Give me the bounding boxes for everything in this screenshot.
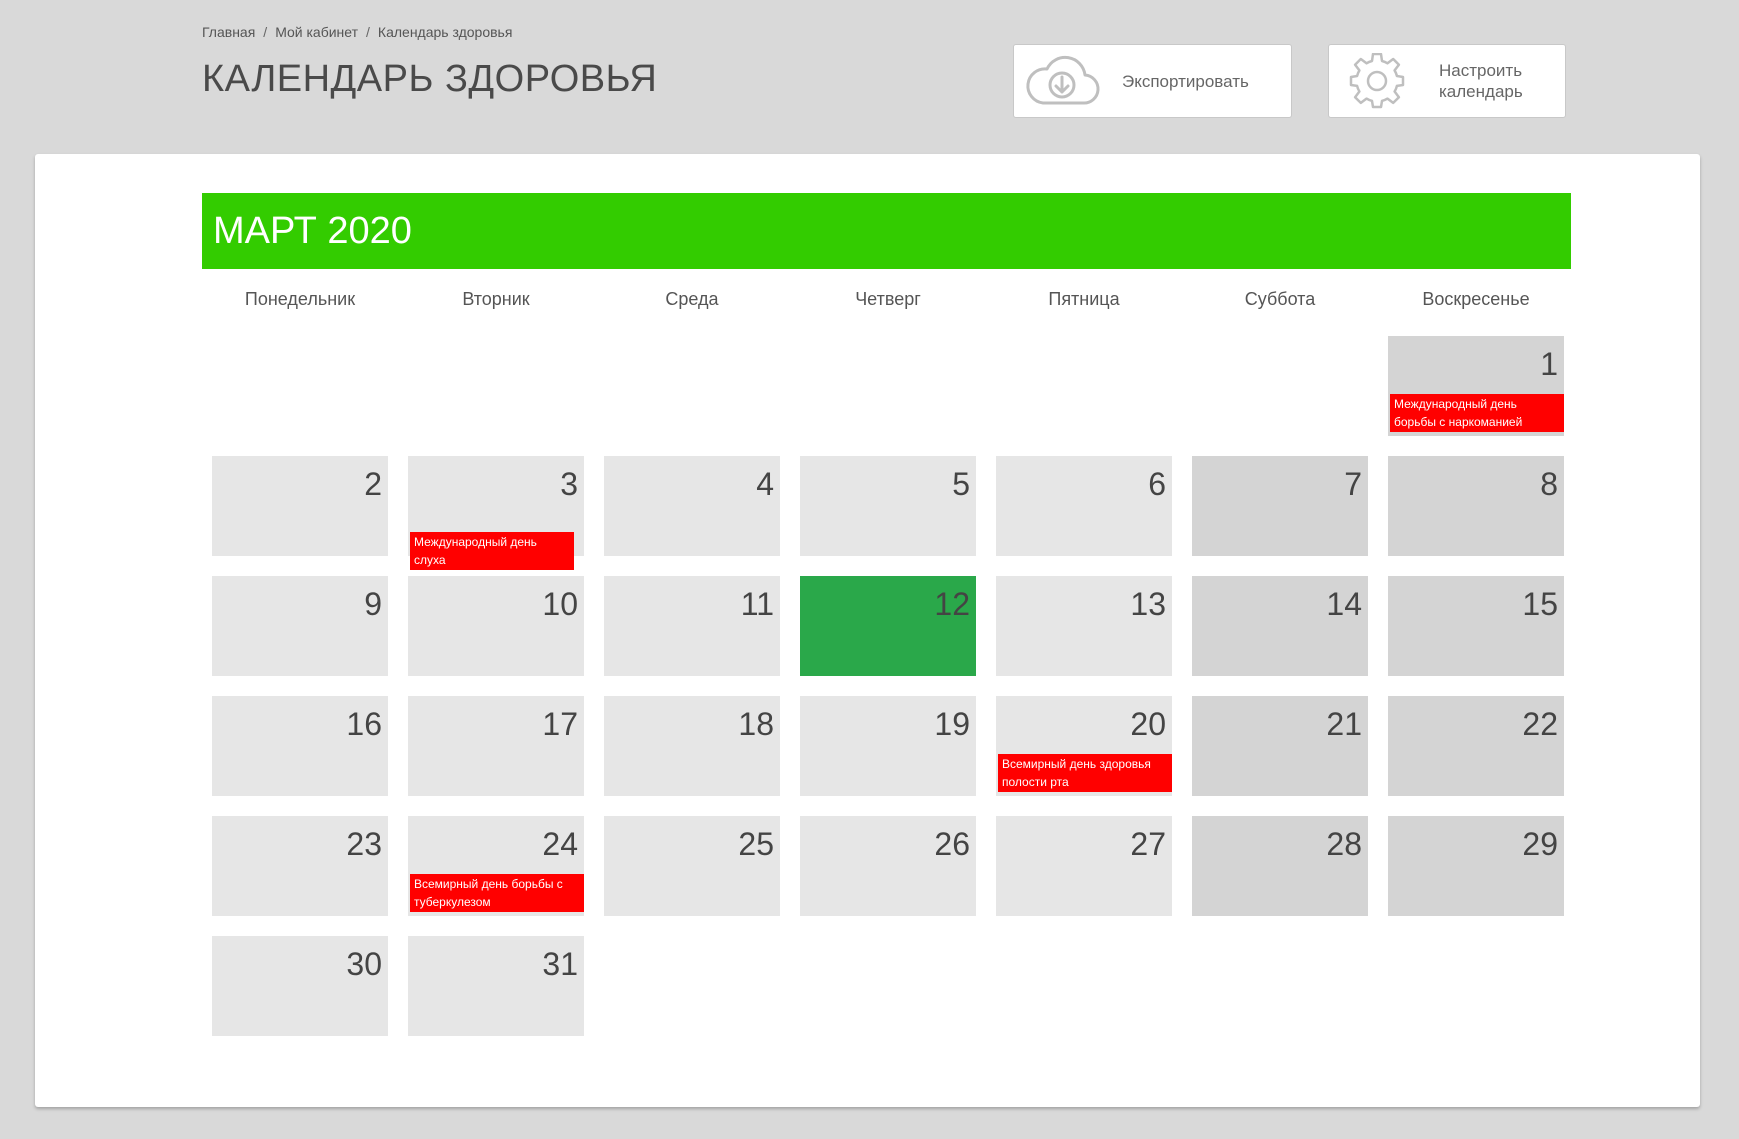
day-number: 26 — [934, 826, 970, 862]
day-cell[interactable]: 15 — [1388, 576, 1564, 676]
weekday-header: Понедельник Вторник Среда Четверг Пятница Суб… — [212, 289, 1563, 310]
day-number: 4 — [756, 466, 774, 502]
day-number: 20 — [1130, 706, 1166, 742]
day-number: 2 — [364, 466, 382, 502]
day-cell[interactable]: 26 — [800, 816, 976, 916]
page-title: КАЛЕНДАРЬ ЗДОРОВЬЯ — [202, 58, 658, 100]
day-cell[interactable]: 2 — [212, 456, 388, 556]
weekday-label: Вторник — [462, 289, 530, 309]
day-number: 16 — [346, 706, 382, 742]
event-badge[interactable]: Всемирный день борьбы с туберкулезом — [410, 874, 584, 912]
gear-icon — [1329, 53, 1425, 109]
empty-cell — [408, 336, 584, 436]
day-number: 30 — [346, 946, 382, 982]
day-number: 21 — [1326, 706, 1362, 742]
day-cell[interactable]: 30 — [212, 936, 388, 1036]
cloud-download-icon — [1014, 53, 1110, 109]
day-cell[interactable]: 24 Всемирный день борьбы с туберкулезом — [408, 816, 584, 916]
day-cell[interactable]: 29 — [1388, 816, 1564, 916]
day-cell[interactable]: 16 — [212, 696, 388, 796]
day-number: 18 — [738, 706, 774, 742]
day-cell[interactable]: 13 — [996, 576, 1172, 676]
day-number: 7 — [1344, 466, 1362, 502]
day-number: 13 — [1130, 586, 1166, 622]
weekday-label: Суббота — [1244, 289, 1316, 309]
day-cell[interactable]: 17 — [408, 696, 584, 796]
day-cell[interactable]: 21 — [1192, 696, 1368, 796]
month-header: МАРТ 2020 — [202, 193, 1571, 269]
day-number: 28 — [1326, 826, 1362, 862]
settings-label: Настроить календарь — [1439, 61, 1523, 101]
day-cell[interactable]: 23 — [212, 816, 388, 916]
weekday-label: Воскресенье — [1422, 289, 1530, 309]
day-cell[interactable]: 10 — [408, 576, 584, 676]
day-number: 27 — [1130, 826, 1166, 862]
event-badge[interactable]: Международный день слуха — [410, 532, 574, 570]
breadcrumb-current: Календарь здоровья — [377, 24, 513, 40]
settings-button[interactable]: Настроить календарь — [1328, 44, 1566, 118]
day-cell[interactable]: 9 — [212, 576, 388, 676]
day-number: 10 — [542, 586, 578, 622]
day-number: 6 — [1148, 466, 1166, 502]
breadcrumb-home[interactable]: Главная — [202, 24, 255, 40]
day-number: 1 — [1540, 346, 1558, 382]
day-cell[interactable]: 20 Всемирный день здоровья полости рта — [996, 696, 1172, 796]
day-number: 24 — [542, 826, 578, 862]
day-number: 25 — [738, 826, 774, 862]
day-number: 15 — [1522, 586, 1558, 622]
day-cell[interactable]: 6 — [996, 456, 1172, 556]
day-number: 17 — [542, 706, 578, 742]
breadcrumb-cabinet[interactable]: Мой кабинет — [275, 24, 358, 40]
day-cell[interactable]: 11 — [604, 576, 780, 676]
day-cell[interactable]: 27 — [996, 816, 1172, 916]
empty-cell — [212, 336, 388, 436]
breadcrumb: Главная / Мой кабинет / Календарь здоров… — [202, 24, 512, 40]
day-cell[interactable]: 5 — [800, 456, 976, 556]
weekday-label: Четверг — [855, 289, 921, 309]
day-number: 9 — [364, 586, 382, 622]
empty-cell — [996, 336, 1172, 436]
day-number: 29 — [1522, 826, 1558, 862]
day-number: 19 — [934, 706, 970, 742]
day-number: 23 — [346, 826, 382, 862]
day-number: 22 — [1522, 706, 1558, 742]
day-cell[interactable]: 18 — [604, 696, 780, 796]
breadcrumb-separator: / — [263, 24, 268, 40]
breadcrumb-separator: / — [366, 24, 370, 40]
weekday-label: Понедельник — [244, 289, 356, 309]
day-number: 8 — [1540, 466, 1558, 502]
day-cell[interactable]: 28 — [1192, 816, 1368, 916]
day-cell[interactable]: 3 Международный день слуха — [408, 456, 584, 570]
event-badge[interactable]: Международный день борьбы с наркоманией — [1390, 394, 1564, 432]
day-cell[interactable]: 31 — [408, 936, 584, 1036]
day-cell[interactable]: 7 — [1192, 456, 1368, 556]
day-number: 14 — [1326, 586, 1362, 622]
weekday-label: Среда — [665, 289, 719, 309]
day-cell[interactable]: 25 — [604, 816, 780, 916]
export-label: Экспортировать — [1122, 71, 1249, 91]
day-cell[interactable]: 22 — [1388, 696, 1564, 796]
month-title: МАРТ 2020 — [213, 209, 412, 252]
day-cell[interactable]: 19 — [800, 696, 976, 796]
export-button[interactable]: Экспортировать — [1013, 44, 1292, 118]
day-number: 3 — [560, 466, 578, 502]
empty-cell — [800, 336, 976, 436]
day-cell[interactable]: 14 — [1192, 576, 1368, 676]
empty-cell — [604, 336, 780, 436]
event-badge[interactable]: Всемирный день здоровья полости рта — [998, 754, 1172, 792]
day-cell[interactable]: 1 Международный день борьбы с наркоманией — [1388, 336, 1564, 436]
weekday-label: Пятница — [1048, 289, 1120, 309]
day-cell[interactable]: 4 — [604, 456, 780, 556]
day-number: 5 — [952, 466, 970, 502]
day-cell[interactable]: 8 — [1388, 456, 1564, 556]
day-cell-today[interactable]: 12 — [800, 576, 976, 676]
day-number: 12 — [934, 586, 970, 622]
day-number: 11 — [740, 586, 774, 622]
calendar-card: МАРТ 2020 Понедельник Вторник Среда Четверг… — [35, 154, 1700, 1107]
empty-cell — [1192, 336, 1368, 436]
calendar-grid: 1 Международный день борьбы с наркоманией… — [212, 336, 1564, 1036]
day-number: 31 — [542, 946, 578, 982]
